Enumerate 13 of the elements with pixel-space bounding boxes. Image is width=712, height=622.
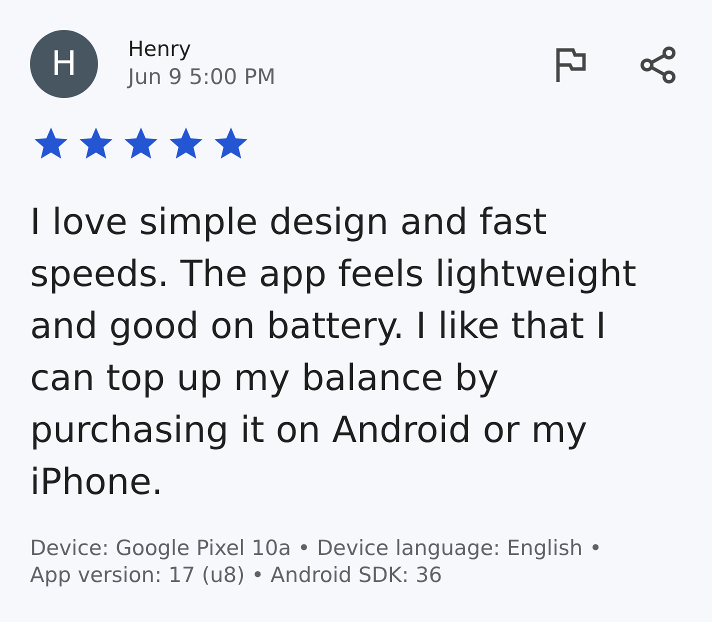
author-name: Henry — [128, 36, 192, 62]
share-icon[interactable] — [640, 46, 676, 84]
flag-icon[interactable] — [556, 48, 586, 82]
filled-star-icon — [123, 126, 159, 161]
filled-star-icon — [213, 126, 249, 161]
filled-star-icon — [33, 126, 69, 161]
filled-star-icon — [168, 126, 204, 161]
review-text: I love simple design and fast speeds. The app feels lightweight and good on battery. I like that I can top up my balance by purchasing it on Android or my iPhone. — [30, 201, 638, 505]
review-date: Jun 9 5:00 PM — [128, 64, 276, 90]
filled-star-icon — [78, 126, 114, 161]
device-details: Device: Google Pixel 10a • Device language: English • — [30, 535, 602, 562]
avatar: H — [30, 30, 98, 98]
device-details: App version: 17 (u8) • Android SDK: 36 — [30, 562, 442, 589]
